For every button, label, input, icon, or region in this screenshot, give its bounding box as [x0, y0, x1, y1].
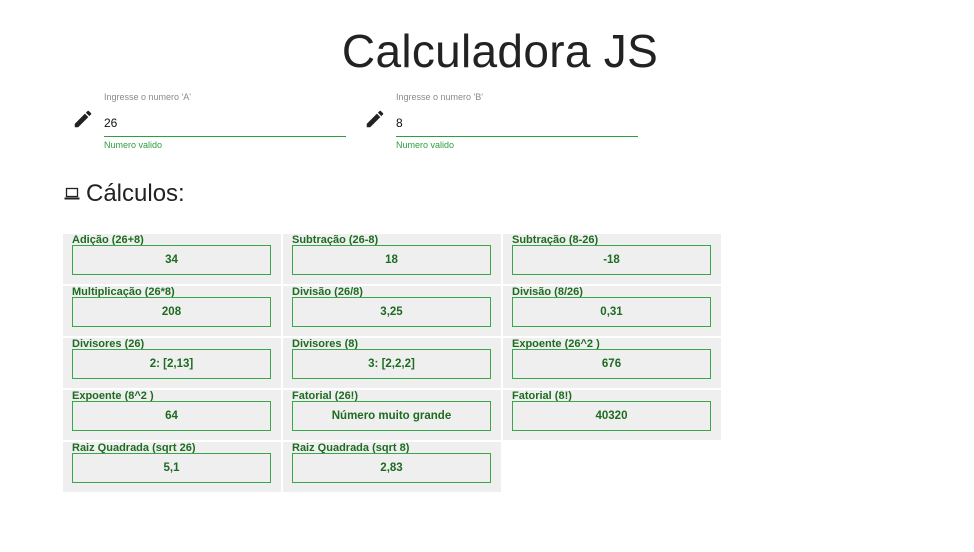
result-card-multiplication: Multiplicação (26*8) 208: [63, 286, 281, 336]
result-value: 18: [292, 245, 491, 275]
number-b-hint: Numero valido: [396, 140, 455, 150]
result-card-sqrt-a: Raiz Quadrada (sqrt 26) 5,1: [63, 442, 281, 492]
result-card-division-ab: Divisão (26/8) 3,25: [283, 286, 501, 336]
number-a-field: Ingresse o numero 'A' Numero valido: [70, 90, 370, 160]
result-value: 34: [72, 245, 271, 275]
result-card-subtraction-ab: Subtração (26-8) 18: [283, 234, 501, 284]
number-b-input[interactable]: [396, 110, 638, 137]
result-card-factorial-b: Fatorial (8!) 40320: [503, 390, 721, 440]
result-value: Número muito grande: [292, 401, 491, 431]
result-card-factorial-a: Fatorial (26!) Número muito grande: [283, 390, 501, 440]
pencil-icon: [74, 110, 92, 128]
result-card-addition: Adição (26+8) 34: [63, 234, 281, 284]
result-card-divisors-a: Divisores (26) 2: [2,13]: [63, 338, 281, 388]
number-a-input[interactable]: [104, 110, 346, 137]
pencil-icon: [366, 110, 384, 128]
result-value: 64: [72, 401, 271, 431]
result-card-subtraction-ba: Subtração (8-26) -18: [503, 234, 721, 284]
result-value: 0,31: [512, 297, 711, 327]
result-value: 3,25: [292, 297, 491, 327]
result-card-exponent-a: Expoente (26^2 ) 676: [503, 338, 721, 388]
result-value: 2,83: [292, 453, 491, 483]
section-title: Cálculos:: [86, 180, 185, 207]
section-heading: Cálculos:: [64, 180, 185, 208]
number-b-field: Ingresse o numero 'B' Numero valido: [362, 90, 662, 160]
result-value: 2: [2,13]: [72, 349, 271, 379]
result-card-sqrt-b: Raiz Quadrada (sqrt 8) 2,83: [283, 442, 501, 492]
result-value: 5,1: [72, 453, 271, 483]
page-title: Calculadora JS: [341, 25, 659, 77]
result-card-division-ba: Divisão (8/26) 0,31: [503, 286, 721, 336]
result-value: 208: [72, 297, 271, 327]
result-card-exponent-b: Expoente (8^2 ) 64: [63, 390, 281, 440]
number-a-label: Ingresse o numero 'A': [104, 92, 191, 102]
results-grid: Adição (26+8) 34 Subtração (26-8) 18 Sub…: [63, 234, 723, 492]
result-value: 3: [2,2,2]: [292, 349, 491, 379]
result-value: 676: [512, 349, 711, 379]
result-value: 40320: [512, 401, 711, 431]
number-a-hint: Numero valido: [104, 140, 163, 150]
laptop-icon: [64, 187, 80, 200]
result-value: -18: [512, 245, 711, 275]
number-b-label: Ingresse o numero 'B': [396, 92, 483, 102]
result-card-divisors-b: Divisores (8) 3: [2,2,2]: [283, 338, 501, 388]
